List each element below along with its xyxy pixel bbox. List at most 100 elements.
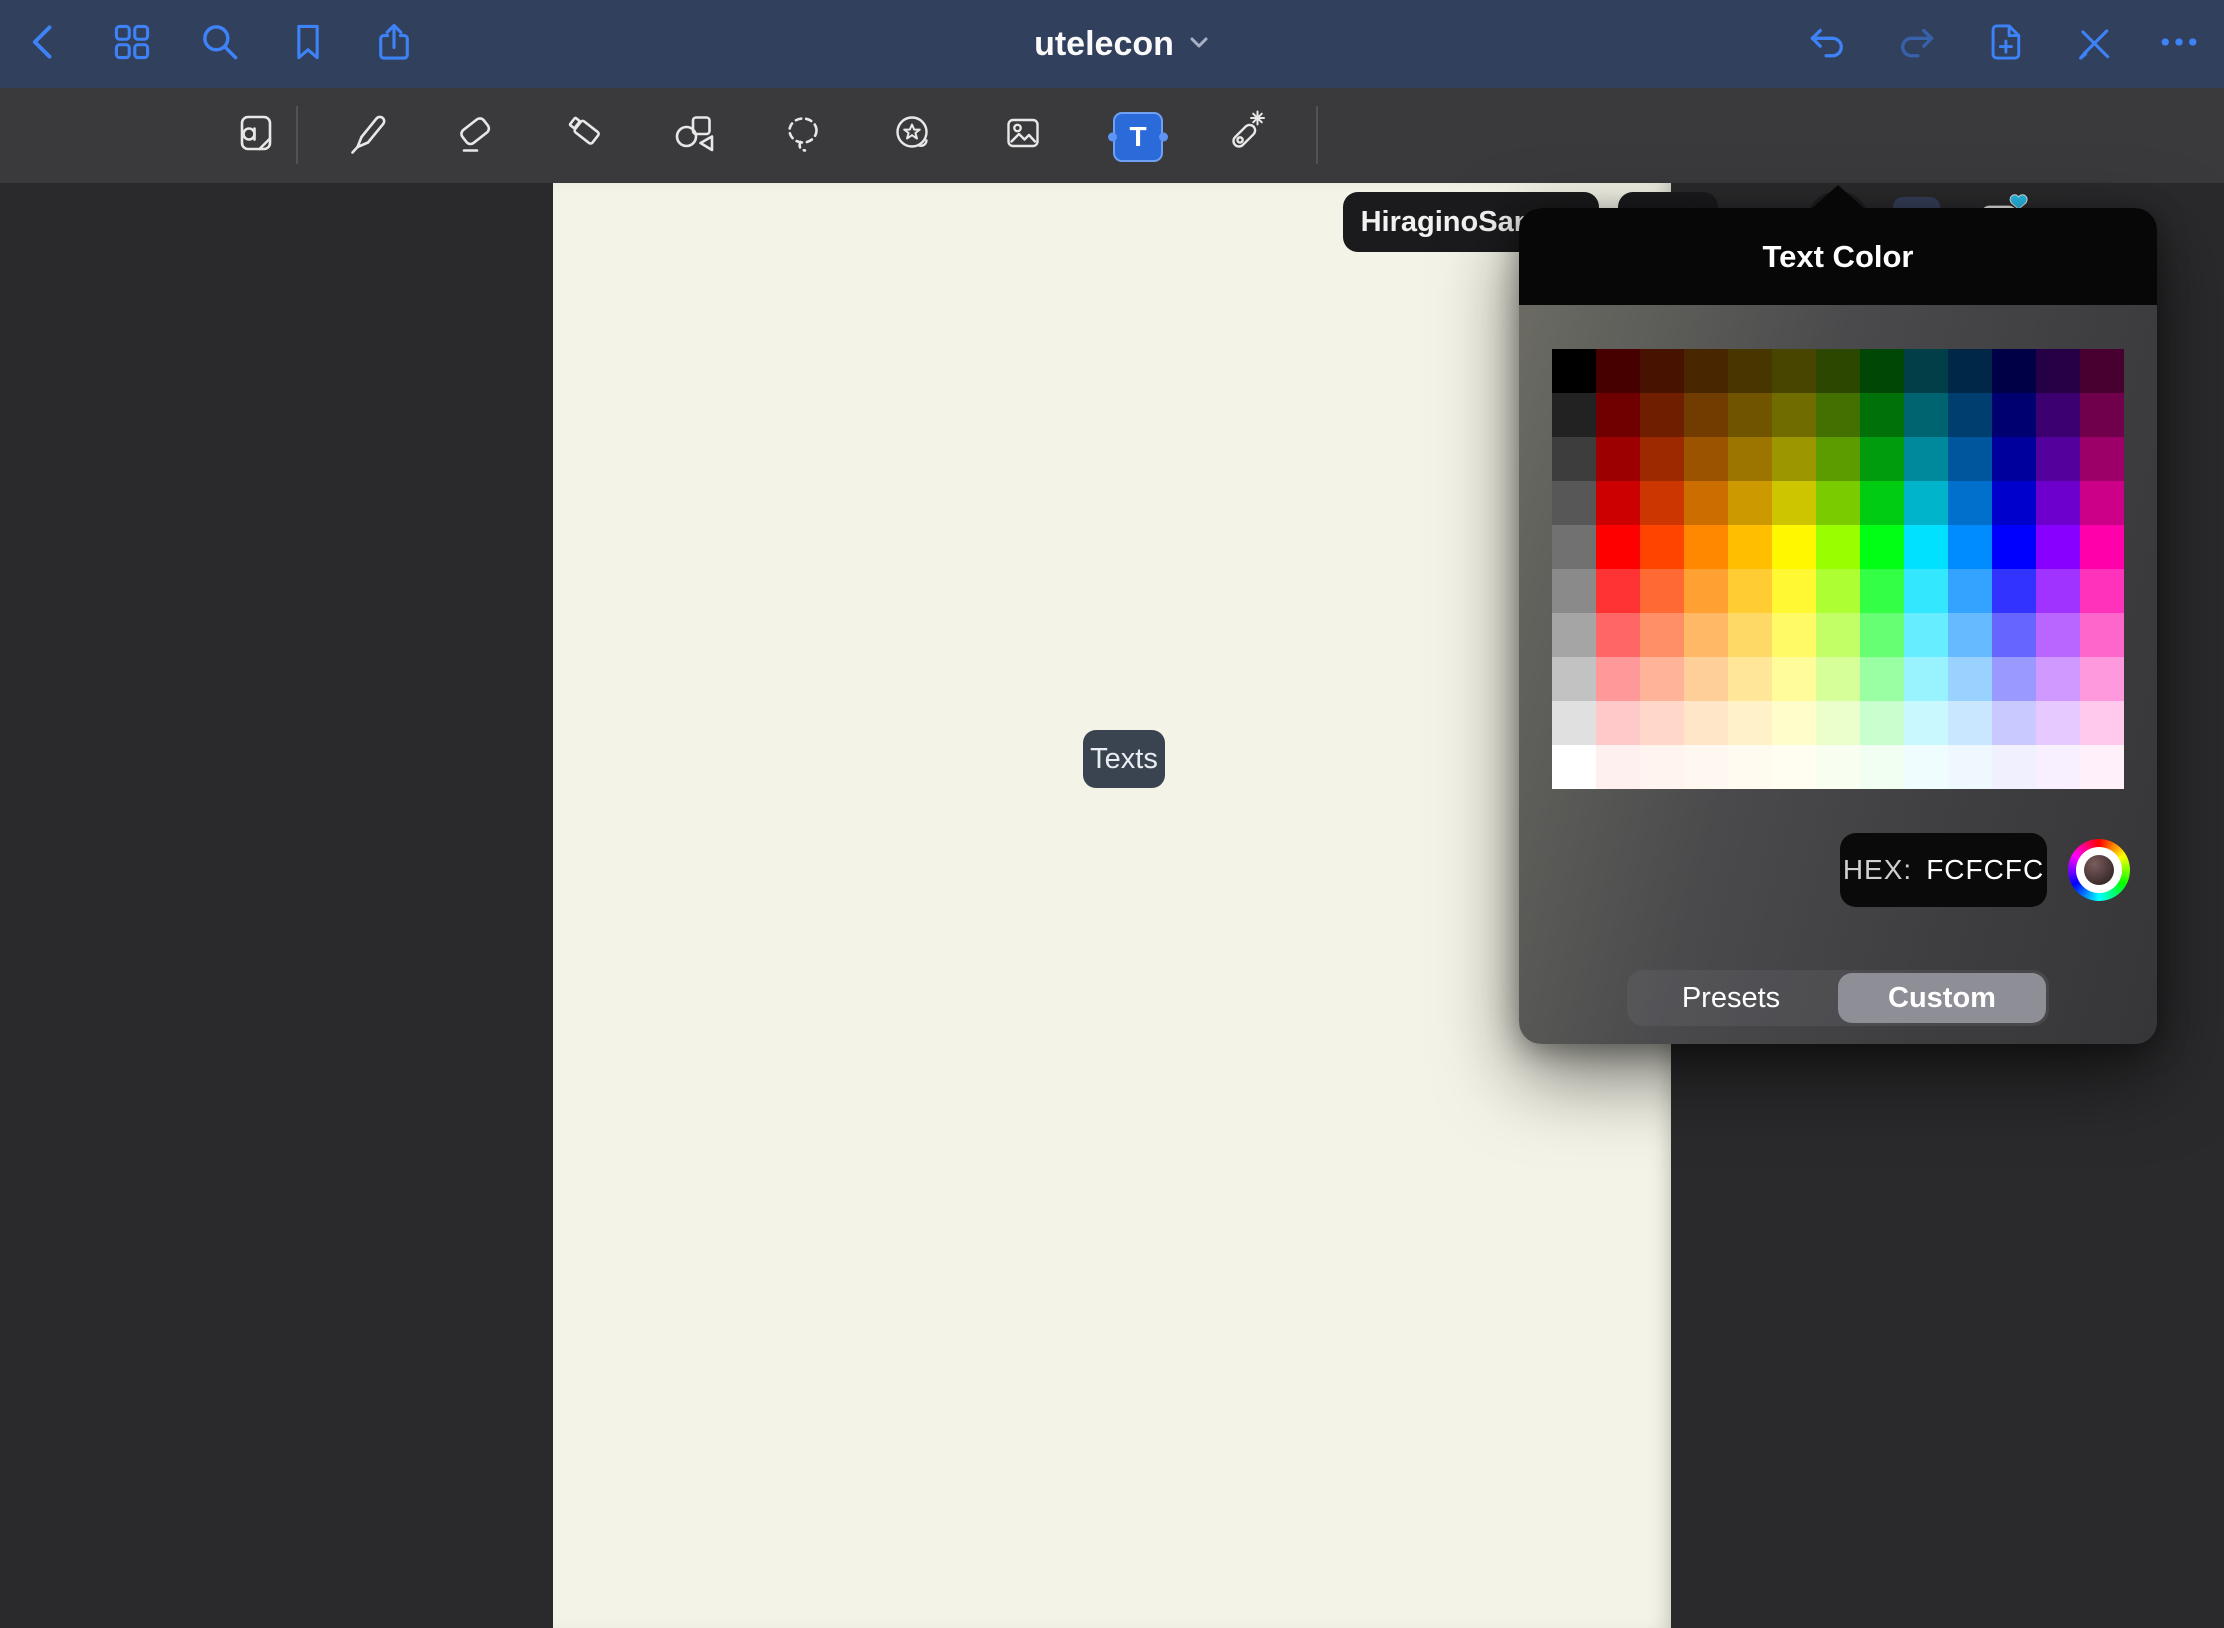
color-swatch[interactable] — [2080, 437, 2124, 481]
redo-button[interactable] — [1894, 22, 1938, 66]
color-swatch[interactable] — [1596, 569, 1640, 613]
color-swatch[interactable] — [1728, 701, 1772, 745]
stickers-tool-button[interactable] — [888, 111, 936, 159]
color-swatch[interactable] — [1992, 393, 2036, 437]
color-swatch[interactable] — [1816, 745, 1860, 789]
color-swatch[interactable] — [1728, 437, 1772, 481]
color-swatch[interactable] — [1992, 481, 2036, 525]
photo-tool-button[interactable] — [999, 111, 1047, 159]
color-swatch[interactable] — [1596, 393, 1640, 437]
color-swatch[interactable] — [1816, 569, 1860, 613]
color-swatch[interactable] — [1728, 525, 1772, 569]
color-swatch[interactable] — [1640, 745, 1684, 789]
color-swatch[interactable] — [1772, 437, 1816, 481]
color-swatch[interactable] — [1640, 393, 1684, 437]
color-swatch[interactable] — [1904, 437, 1948, 481]
color-swatch[interactable] — [1684, 657, 1728, 701]
color-swatch[interactable] — [1904, 481, 1948, 525]
color-swatch[interactable] — [2036, 393, 2080, 437]
color-swatch[interactable] — [1552, 525, 1596, 569]
color-swatch[interactable] — [1596, 481, 1640, 525]
color-swatch[interactable] — [2080, 525, 2124, 569]
color-swatch[interactable] — [1552, 745, 1596, 789]
color-swatch[interactable] — [1816, 525, 1860, 569]
color-swatch[interactable] — [1596, 437, 1640, 481]
color-swatch[interactable] — [1948, 657, 1992, 701]
color-swatch[interactable] — [1640, 481, 1684, 525]
color-swatch[interactable] — [1596, 613, 1640, 657]
eraser-tool-button[interactable] — [451, 111, 499, 159]
color-swatch[interactable] — [1992, 701, 2036, 745]
color-swatch[interactable] — [1728, 745, 1772, 789]
color-swatch[interactable] — [1992, 525, 2036, 569]
color-swatch[interactable] — [1816, 393, 1860, 437]
page-overview-button[interactable] — [110, 22, 154, 66]
hex-input[interactable]: HEX: FCFCFC — [1840, 833, 2047, 907]
color-swatch[interactable] — [2080, 349, 2124, 393]
color-swatch[interactable] — [1684, 481, 1728, 525]
color-swatch[interactable] — [2036, 437, 2080, 481]
color-swatch[interactable] — [1728, 613, 1772, 657]
more-button[interactable] — [2157, 22, 2201, 66]
color-swatch[interactable] — [2080, 393, 2124, 437]
color-swatch[interactable] — [1772, 481, 1816, 525]
color-swatch[interactable] — [1860, 569, 1904, 613]
color-swatch[interactable] — [1904, 701, 1948, 745]
color-swatch[interactable] — [1904, 349, 1948, 393]
color-swatch[interactable] — [1860, 481, 1904, 525]
color-swatch[interactable] — [1948, 437, 1992, 481]
color-swatch[interactable] — [1640, 349, 1684, 393]
color-swatch[interactable] — [1772, 701, 1816, 745]
highlighter-tool-button[interactable] — [561, 111, 609, 159]
color-swatch[interactable] — [1684, 525, 1728, 569]
color-swatch[interactable] — [1860, 525, 1904, 569]
lasso-tool-button[interactable] — [779, 111, 827, 159]
color-swatch[interactable] — [1728, 481, 1772, 525]
search-button[interactable] — [198, 22, 242, 66]
color-swatch[interactable] — [1552, 481, 1596, 525]
shapes-tool-button[interactable] — [670, 111, 718, 159]
color-swatch[interactable] — [2036, 701, 2080, 745]
color-swatch[interactable] — [1816, 349, 1860, 393]
color-swatch[interactable] — [1684, 569, 1728, 613]
color-swatch[interactable] — [1904, 745, 1948, 789]
color-swatch[interactable] — [1596, 349, 1640, 393]
color-swatch[interactable] — [1772, 613, 1816, 657]
color-swatch[interactable] — [2036, 613, 2080, 657]
color-swatch[interactable] — [1684, 393, 1728, 437]
pan-tool-button[interactable] — [231, 111, 279, 159]
color-swatch[interactable] — [2036, 349, 2080, 393]
color-swatch[interactable] — [2036, 657, 2080, 701]
color-swatch[interactable] — [1728, 393, 1772, 437]
color-swatch[interactable] — [1948, 569, 1992, 613]
color-swatch[interactable] — [1816, 613, 1860, 657]
back-button[interactable] — [22, 22, 66, 66]
color-swatch[interactable] — [1860, 613, 1904, 657]
color-swatch[interactable] — [1948, 701, 1992, 745]
text-tool-button[interactable]: T — [1113, 112, 1163, 162]
color-swatch[interactable] — [2036, 569, 2080, 613]
color-swatch[interactable] — [1860, 701, 1904, 745]
tab-custom[interactable]: Custom — [1838, 973, 2046, 1023]
color-swatch[interactable] — [2036, 745, 2080, 789]
color-swatch[interactable] — [1992, 569, 2036, 613]
color-swatch[interactable] — [1640, 613, 1684, 657]
color-swatch[interactable] — [2036, 481, 2080, 525]
color-swatch[interactable] — [1596, 657, 1640, 701]
color-swatch[interactable] — [1684, 613, 1728, 657]
color-swatch[interactable] — [1640, 437, 1684, 481]
color-swatch[interactable] — [1948, 349, 1992, 393]
color-swatch[interactable] — [1772, 569, 1816, 613]
color-swatch[interactable] — [2080, 569, 2124, 613]
color-swatch[interactable] — [1860, 393, 1904, 437]
color-swatch[interactable] — [1772, 393, 1816, 437]
color-swatch[interactable] — [1860, 437, 1904, 481]
color-swatch[interactable] — [2080, 481, 2124, 525]
color-swatch[interactable] — [1948, 393, 1992, 437]
color-swatch[interactable] — [1816, 437, 1860, 481]
color-swatch[interactable] — [1904, 393, 1948, 437]
color-swatch[interactable] — [1992, 657, 2036, 701]
color-swatch[interactable] — [1992, 745, 2036, 789]
color-swatch[interactable] — [1596, 745, 1640, 789]
stylus-toggle-button[interactable] — [2071, 22, 2115, 66]
